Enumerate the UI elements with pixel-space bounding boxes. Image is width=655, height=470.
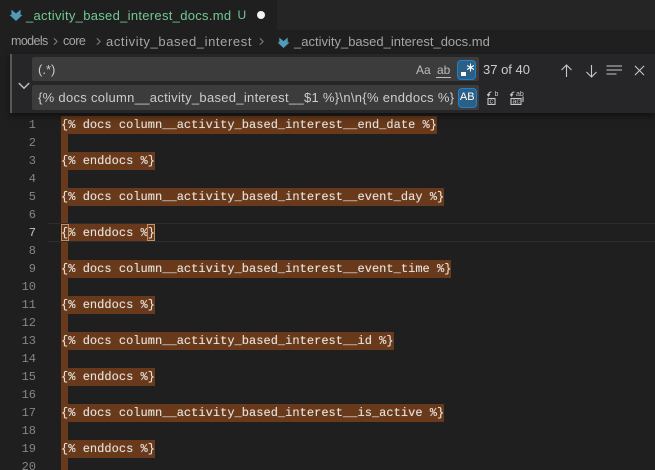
svg-text:b: b xyxy=(494,91,498,98)
svg-text:ab: ab xyxy=(516,91,524,98)
svg-text:c: c xyxy=(489,99,493,105)
svg-text:ac: ac xyxy=(512,99,520,105)
